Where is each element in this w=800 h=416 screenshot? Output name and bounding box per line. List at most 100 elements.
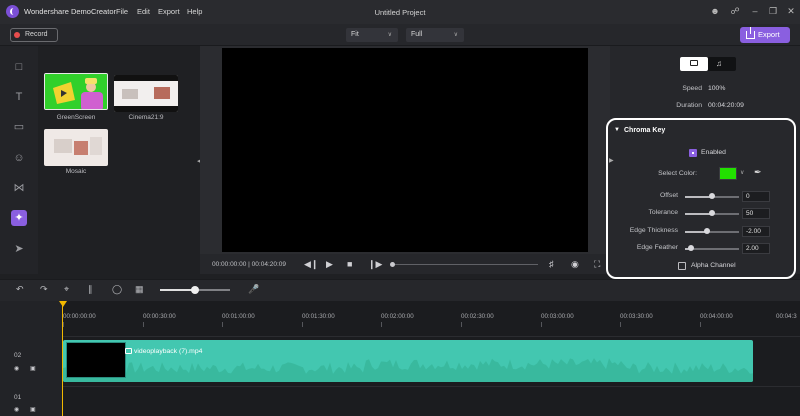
ruler-label: 00:03:00:00 xyxy=(541,313,574,320)
edge-feather-slider-knob[interactable] xyxy=(688,245,694,251)
stop-icon[interactable]: ■ xyxy=(347,258,352,270)
chroma-key-title: Chroma Key xyxy=(624,127,666,134)
quality-select[interactable]: Full ∨ xyxy=(406,28,464,42)
effect-thumb-mosaic[interactable] xyxy=(44,129,108,166)
visibility-eye-icon[interactable]: ◉ xyxy=(14,406,19,413)
enabled-label: Enabled xyxy=(701,149,726,156)
undo-icon[interactable]: ↶ xyxy=(16,284,24,294)
lock-icon[interactable]: ▣ xyxy=(30,406,36,413)
tolerance-slider-knob[interactable] xyxy=(709,210,715,216)
effect-label: Mosaic xyxy=(65,168,87,175)
speed-value[interactable]: 100% xyxy=(708,85,725,92)
select-color-label: Select Color: xyxy=(658,170,697,177)
ruler-tick xyxy=(63,322,64,327)
video-clip[interactable] xyxy=(63,340,753,382)
clip-thumbnail xyxy=(66,342,126,378)
cart-icon[interactable]: ☍ xyxy=(730,6,740,16)
fit-select-value: Fit xyxy=(351,31,359,38)
audio-icon[interactable]: ♫ xyxy=(716,58,722,70)
alpha-channel-checkbox[interactable] xyxy=(678,262,686,270)
crop-icon[interactable]: ⌖ xyxy=(64,284,69,294)
collapse-triangle-icon[interactable]: ▼ xyxy=(614,127,620,133)
enabled-checkbox[interactable] xyxy=(689,149,697,157)
edge-thickness-label: Edge Thickness xyxy=(629,227,678,234)
track-number: 02 xyxy=(14,352,22,359)
restore-icon[interactable]: ❐ xyxy=(768,6,778,16)
duration-label: Duration xyxy=(676,102,702,109)
effect-thumb-greenscreen[interactable] xyxy=(44,73,108,110)
lock-icon[interactable]: ▣ xyxy=(30,365,36,372)
ruler-tick xyxy=(541,322,542,327)
ruler-label: 00:00:30:00 xyxy=(143,313,176,320)
play-icon[interactable]: ▶ xyxy=(326,258,333,270)
duration-value: 00:04:20:09 xyxy=(708,102,744,109)
sticker-icon[interactable]: ☺ xyxy=(11,150,27,166)
account-icon[interactable]: ☻ xyxy=(710,6,720,16)
track-divider xyxy=(62,336,800,337)
fullscreen-icon[interactable]: ⛶ xyxy=(594,258,600,270)
ruler-tick xyxy=(700,322,701,327)
offset-slider-knob[interactable] xyxy=(709,193,715,199)
marker-icon[interactable]: ◯ xyxy=(112,284,122,294)
ruler-label: 00:00:00:00 xyxy=(63,313,96,320)
color-swatch[interactable] xyxy=(719,167,737,180)
tolerance-label: Tolerance xyxy=(648,209,678,216)
quality-select-value: Full xyxy=(411,31,423,38)
volume-icon[interactable]: ♯ xyxy=(549,258,554,270)
annotation-icon[interactable]: ▭ xyxy=(11,119,27,135)
video-preview[interactable] xyxy=(222,48,588,252)
scrub-handle[interactable] xyxy=(390,262,395,267)
chevron-down-icon[interactable]: ∨ xyxy=(740,169,744,176)
speed-label: Speed xyxy=(682,85,702,92)
next-frame-icon[interactable]: ❙▶ xyxy=(368,258,382,270)
fit-select[interactable]: Fit ∨ xyxy=(346,28,398,42)
minimize-icon[interactable]: – xyxy=(750,6,760,16)
edge-thickness-value[interactable]: -2.00 xyxy=(742,226,770,237)
visibility-eye-icon[interactable]: ◉ xyxy=(14,365,19,372)
text-icon[interactable]: T xyxy=(11,89,27,105)
title-bar: Wondershare DemoCreator File Edit Export… xyxy=(0,0,800,24)
playhead-handle[interactable] xyxy=(59,301,67,307)
greenscreen-image xyxy=(45,74,107,109)
ruler-tick xyxy=(222,322,223,327)
edge-feather-value[interactable]: 2.00 xyxy=(742,243,770,254)
zoom-slider-knob[interactable] xyxy=(191,286,199,294)
ruler-label: 00:03:30:00 xyxy=(620,313,653,320)
audio-waveform xyxy=(63,358,753,382)
track-headers xyxy=(0,301,62,416)
edge-thickness-slider-knob[interactable] xyxy=(704,228,710,234)
microphone-icon[interactable]: 🎤 xyxy=(248,284,259,294)
alpha-channel-label: Alpha Channel xyxy=(691,262,736,269)
ruler-tick xyxy=(620,322,621,327)
redo-icon[interactable]: ↷ xyxy=(40,284,48,294)
timecode: 00:00:00:00 | 00:04:20:09 xyxy=(212,261,286,268)
previous-frame-icon[interactable]: ◀❙ xyxy=(304,258,318,270)
media-type-toggle[interactable]: ♫ xyxy=(680,57,736,71)
transition-icon[interactable]: ⋈ xyxy=(11,180,27,196)
tolerance-value[interactable]: 50 xyxy=(742,208,770,219)
split-icon[interactable]: ∥ xyxy=(88,284,93,294)
snapshot-icon[interactable]: ◉ xyxy=(571,258,579,270)
eyedropper-icon[interactable]: ✒ xyxy=(754,167,762,178)
edge-feather-label: Edge Feather xyxy=(636,244,678,251)
fit-timeline-icon[interactable]: ▦ xyxy=(135,284,144,294)
record-dot-icon xyxy=(14,32,20,38)
total-time: 00:04:20:09 xyxy=(251,261,287,268)
ruler-label: 00:01:00:00 xyxy=(222,313,255,320)
offset-slider-fill xyxy=(685,196,712,198)
cursor-effect-icon[interactable]: ➤ xyxy=(11,241,27,257)
collapse-right-icon[interactable]: ▶ xyxy=(609,157,614,164)
effect-thumb-cinema[interactable] xyxy=(114,75,178,112)
effects-icon[interactable]: ✦ xyxy=(11,210,27,226)
offset-value[interactable]: 0 xyxy=(742,191,770,202)
scrub-track[interactable] xyxy=(392,264,538,265)
video-icon xyxy=(690,60,698,66)
video-clip-icon xyxy=(125,348,132,354)
ruler-label: 00:01:30:00 xyxy=(302,313,335,320)
current-time: 00:00:00:00 xyxy=(212,261,247,268)
track-number: 01 xyxy=(14,394,22,401)
chevron-down-icon: ∨ xyxy=(453,32,458,38)
close-icon[interactable]: ✕ xyxy=(786,6,796,16)
playhead[interactable] xyxy=(62,301,63,416)
folder-icon[interactable]: □ xyxy=(11,59,27,75)
